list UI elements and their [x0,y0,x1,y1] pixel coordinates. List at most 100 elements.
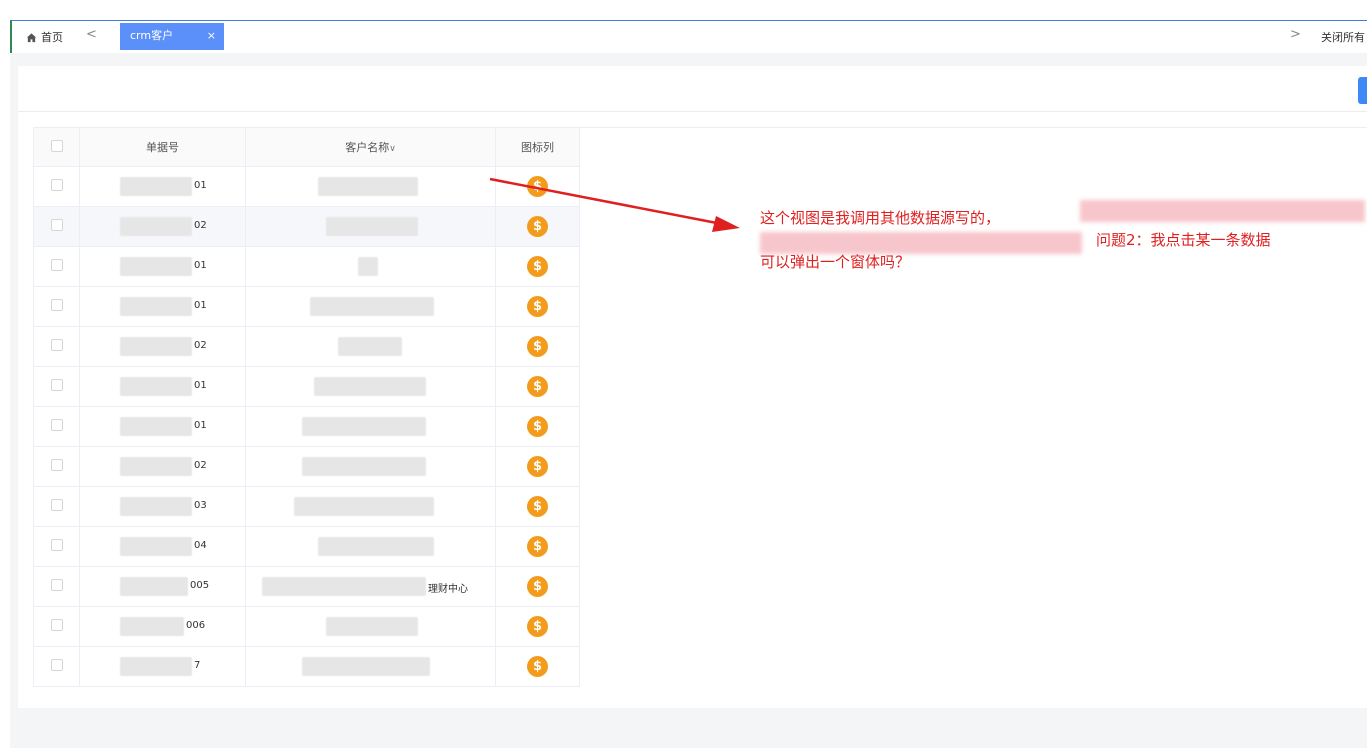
row-checkbox[interactable] [50,299,63,311]
table-row[interactable]: 02 $ [33,446,580,487]
tab-close-icon[interactable]: × [207,23,216,49]
row-select-cell[interactable] [33,446,80,487]
doc-no-suffix: 02 [194,460,207,471]
row-checkbox[interactable] [50,499,63,511]
dollar-coin-icon[interactable]: $ [527,216,548,237]
tab-crm-customers[interactable]: crm客户 × [120,23,224,50]
tabs-next-arrow[interactable]: > [1290,27,1301,42]
doc-no-suffix: 01 [194,260,207,271]
table-row[interactable]: 01 $ [33,166,580,207]
redacted-customer-name [302,457,426,476]
toolbar-divider [18,111,1367,112]
row-select-cell[interactable] [33,486,80,527]
table-row[interactable]: 03 $ [33,486,580,527]
select-all-checkbox[interactable] [50,139,63,152]
row-checkbox[interactable] [50,219,63,231]
toolbar-action-button[interactable] [1358,77,1367,104]
icon-cell[interactable]: $ [495,286,580,327]
dollar-coin-icon[interactable]: $ [527,656,548,677]
icon-cell[interactable]: $ [495,206,580,247]
customer-name-cell [245,526,496,567]
icon-cell[interactable]: $ [495,526,580,567]
table-row[interactable]: 006 $ [33,606,580,647]
table-row[interactable]: 04 $ [33,526,580,567]
icon-cell[interactable]: $ [495,326,580,367]
customer-name-cell [245,606,496,647]
table-row[interactable]: 005 理财中心 $ [33,566,580,607]
column-header-customer-name[interactable]: 客户名称∨ [245,127,496,167]
row-select-cell[interactable] [33,286,80,327]
icon-cell[interactable]: $ [495,406,580,447]
dollar-coin-icon[interactable]: $ [527,176,548,197]
table-row[interactable]: 01 $ [33,286,580,327]
dollar-coin-icon[interactable]: $ [527,416,548,437]
doc-no-cell: 02 [79,446,246,487]
row-checkbox[interactable] [50,339,63,351]
tabs-prev-arrow[interactable]: < [86,27,97,42]
dollar-coin-icon[interactable]: $ [527,496,548,517]
annotation-line-2: 问题2：我点击某一条数据 [1096,231,1271,249]
row-select-cell[interactable] [33,606,80,647]
doc-no-cell: 03 [79,486,246,527]
doc-no-cell: 04 [79,526,246,567]
row-select-cell[interactable] [33,526,80,567]
sort-caret-icon[interactable]: ∨ [389,144,396,154]
redacted-doc-no [120,577,188,596]
column-header-icon[interactable]: 图标列 [495,127,580,167]
row-select-cell[interactable] [33,166,80,207]
table-row[interactable]: 01 $ [33,366,580,407]
customer-name-cell [245,446,496,487]
dollar-coin-icon[interactable]: $ [527,616,548,637]
icon-cell[interactable]: $ [495,486,580,527]
customer-name-cell [245,406,496,447]
close-all-tabs-button[interactable]: 关闭所有 [1321,29,1365,45]
icon-cell[interactable]: $ [495,606,580,647]
doc-no-suffix: 005 [190,580,210,591]
table-row[interactable]: 01 $ [33,406,580,447]
redacted-customer-name [262,577,426,596]
row-checkbox[interactable] [50,179,63,191]
row-select-cell[interactable] [33,326,80,367]
row-select-cell[interactable] [33,566,80,607]
dollar-coin-icon[interactable]: $ [527,296,548,317]
row-checkbox[interactable] [50,419,63,431]
customer-name-cell [245,326,496,367]
row-checkbox[interactable] [50,579,63,591]
icon-cell[interactable]: $ [495,166,580,207]
dollar-coin-icon[interactable]: $ [527,576,548,597]
row-checkbox[interactable] [50,619,63,631]
icon-cell[interactable]: $ [495,646,580,687]
table-row[interactable]: 7 $ [33,646,580,687]
select-all-cell[interactable] [33,127,80,167]
customer-table: 单据号 客户名称∨ 图标列 01 $02 $01 $01 $02 $01 $01 $02 $03… [33,127,580,687]
icon-cell[interactable]: $ [495,246,580,287]
tab-crm-label: crm客户 [130,29,174,42]
column-header-doc-no[interactable]: 单据号 [79,127,246,167]
dollar-coin-icon[interactable]: $ [527,256,548,277]
icon-cell[interactable]: $ [495,446,580,487]
table-header-line [579,127,1367,128]
row-select-cell[interactable] [33,206,80,247]
row-select-cell[interactable] [33,646,80,687]
icon-cell[interactable]: $ [495,566,580,607]
dollar-coin-icon[interactable]: $ [527,336,548,357]
tab-home[interactable]: 首页 [26,29,63,45]
icon-cell[interactable]: $ [495,366,580,407]
dollar-coin-icon[interactable]: $ [527,536,548,557]
row-select-cell[interactable] [33,406,80,447]
table-row[interactable]: 02 $ [33,206,580,247]
row-checkbox[interactable] [50,659,63,671]
dollar-coin-icon[interactable]: $ [527,376,548,397]
dollar-coin-icon[interactable]: $ [527,456,548,477]
row-checkbox[interactable] [50,459,63,471]
row-checkbox[interactable] [50,539,63,551]
row-checkbox[interactable] [50,259,63,271]
table-row[interactable]: 02 $ [33,326,580,367]
doc-no-suffix: 02 [194,220,207,231]
redacted-doc-no [120,537,192,556]
table-row[interactable]: 01 $ [33,246,580,287]
row-select-cell[interactable] [33,366,80,407]
row-checkbox[interactable] [50,379,63,391]
doc-no-suffix: 01 [194,300,207,311]
row-select-cell[interactable] [33,246,80,287]
